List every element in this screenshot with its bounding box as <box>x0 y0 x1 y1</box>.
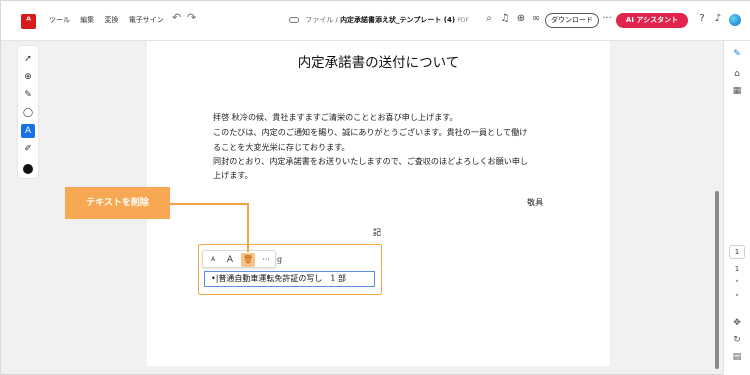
zoom-icon[interactable]: ⊕ <box>21 70 35 84</box>
cloud-icon <box>289 17 299 23</box>
underlying-text: g <box>277 255 283 264</box>
bell-icon[interactable]: ♪ <box>712 13 724 25</box>
callout-label: テキストを削除 <box>65 187 170 219</box>
page-number-input[interactable]: 1 <box>729 245 745 259</box>
more-options-icon[interactable]: ··· <box>259 253 273 267</box>
menu-edit[interactable]: 編集 <box>80 15 94 25</box>
ai-assistant-button[interactable]: AI アシスタント <box>616 13 688 28</box>
avatar[interactable] <box>729 14 741 26</box>
quick-tools-panel: ➚ ⊕ ✎ ◯ A ✐ <box>17 45 39 179</box>
main-menu: ツール 編集 変換 電子サイン <box>49 15 172 25</box>
file-breadcrumb: ファイル / 内定承諾書添え状_テンプレート (4) PDF <box>289 15 469 25</box>
breadcrumb-separator: / <box>335 16 338 24</box>
menu-tools[interactable]: ツール <box>49 15 70 25</box>
select-cursor-icon[interactable]: ➚ <box>21 52 35 66</box>
lasso-icon[interactable]: ◯ <box>21 106 35 120</box>
increase-font-size-button[interactable]: A <box>223 253 237 267</box>
app-window: ᴬ ツール 編集 変換 電子サイン ↶ ↷ ファイル / 内定承諾書添え状_テン… <box>0 0 750 375</box>
file-type-badge: PDF <box>457 17 469 24</box>
closing-keigu: 敬具 <box>527 197 544 207</box>
thumbnails-icon[interactable]: ▦ <box>731 85 743 97</box>
top-toolbar: ᴬ ツール 編集 変換 電子サイン ↶ ↷ ファイル / 内定承諾書添え状_テン… <box>1 1 750 41</box>
text-edit-mini-toolbar: A A 🗑 ··· <box>202 250 276 268</box>
more-menu-icon[interactable]: ··· <box>601 13 613 25</box>
breadcrumb-files[interactable]: ファイル <box>305 16 333 24</box>
document-title: 内定承諾書の送付について <box>297 55 460 71</box>
headphones-icon[interactable]: ♫ <box>499 13 511 25</box>
chevron-down-icon[interactable]: ˅ <box>731 293 743 305</box>
link-icon[interactable]: ∞ <box>530 13 542 25</box>
zoom-fit-icon[interactable]: ✥ <box>731 317 743 329</box>
redo-icon[interactable]: ↷ <box>187 11 196 24</box>
paragraph-line: 拝啓 秋冷の候、貴社ますますご清栄のこととお喜び申し上げます。 <box>213 112 458 122</box>
ki-heading: 記 <box>373 227 382 237</box>
chevron-up-icon[interactable]: ˄ <box>731 279 743 291</box>
page-total: 1 <box>734 265 740 273</box>
color-swatch-icon[interactable] <box>23 164 33 174</box>
text-edit-icon[interactable]: A <box>21 124 35 138</box>
paragraph-line: 上げます。 <box>213 170 253 180</box>
stamp-icon[interactable]: ✐ <box>21 142 35 156</box>
decrease-font-size-button[interactable]: A <box>206 253 220 267</box>
menu-convert[interactable]: 変換 <box>104 15 118 25</box>
right-rail: ✎ ⌂ ▦ 1 1 ˄ ˅ ✥ ↻ ▤ <box>723 41 750 375</box>
pen-icon[interactable]: ✎ <box>21 88 35 102</box>
paragraph-line: このたびは、内定のご通知を賜り、誠にありがとうございます。貴社の一員として働け <box>213 127 528 137</box>
callout-leader-line <box>170 203 248 205</box>
share-icon[interactable]: ⊕ <box>515 13 527 25</box>
editable-text-field[interactable]: •|普通自動車運転免許証の写し 1 部 <box>204 271 375 287</box>
save-document-icon[interactable]: ▤ <box>731 351 743 363</box>
search-icon[interactable]: ⌕ <box>483 13 495 25</box>
scrollbar-thumb[interactable] <box>715 191 719 369</box>
download-button[interactable]: ダウンロード <box>545 13 599 28</box>
refresh-icon[interactable]: ↻ <box>731 334 743 346</box>
delete-icon[interactable]: 🗑 <box>241 253 255 267</box>
callout-leader-line <box>247 203 249 252</box>
comment-panel-icon[interactable]: ✎ <box>731 48 743 60</box>
acrobat-logo-icon[interactable]: ᴬ <box>21 14 36 29</box>
paragraph-line: ることを大変光栄に存じております。 <box>213 142 350 152</box>
file-name[interactable]: 内定承諾書添え状_テンプレート (4) <box>340 16 455 24</box>
help-icon[interactable]: ? <box>696 13 708 25</box>
paragraph-line: 同封のとおり、内定承諾書をお送りいたしますので、ご査収のほどよろしくお願い申し <box>213 156 529 166</box>
bookmark-icon[interactable]: ⌂ <box>731 68 743 80</box>
undo-icon[interactable]: ↶ <box>172 11 181 24</box>
menu-esign[interactable]: 電子サイン <box>129 15 164 25</box>
